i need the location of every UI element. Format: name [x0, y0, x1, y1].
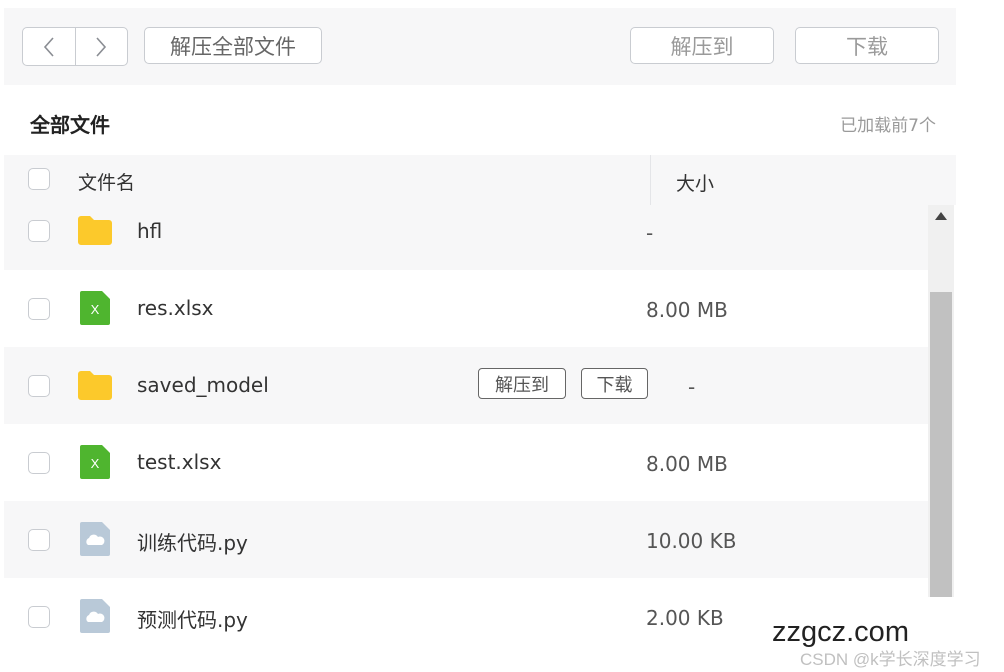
loaded-count-text: 已加载前7个: [840, 116, 936, 136]
generic-file-icon: [80, 522, 110, 556]
file-row-test-xlsx[interactable]: X test.xlsx 8.00 MB: [4, 424, 928, 501]
list-title-bar: 全部文件 已加载前7个: [4, 85, 956, 155]
column-divider[interactable]: [650, 155, 651, 205]
generic-file-icon: [80, 599, 110, 633]
file-name[interactable]: res.xlsx: [137, 296, 214, 320]
list-title: 全部文件: [30, 113, 110, 137]
file-size: 10.00 KB: [646, 529, 737, 553]
row-checkbox[interactable]: [28, 220, 50, 242]
file-size: 8.00 MB: [646, 452, 728, 476]
file-row-train-code-py[interactable]: 训练代码.py 10.00 KB: [4, 501, 928, 578]
column-header: 文件名 大小: [4, 155, 956, 205]
row-checkbox[interactable]: [28, 452, 50, 474]
file-row-saved-model[interactable]: saved_model 解压到 下载 -: [4, 347, 928, 424]
excel-file-icon: X: [80, 291, 110, 325]
column-header-name[interactable]: 文件名: [78, 168, 135, 195]
caret-up-icon: [935, 212, 947, 220]
file-size: -: [646, 221, 654, 245]
column-header-size[interactable]: 大小: [676, 169, 714, 196]
row-checkbox[interactable]: [28, 606, 50, 628]
credit-watermark: CSDN @k学长深度学习: [800, 650, 981, 669]
toolbar: 解压全部文件 解压到 下载: [4, 8, 956, 85]
row-extract-to-button[interactable]: 解压到: [478, 368, 566, 399]
folder-icon: [78, 216, 112, 245]
nav-button-group: [22, 27, 128, 66]
select-all-checkbox[interactable]: [28, 168, 50, 190]
chevron-right-icon: [96, 36, 107, 57]
download-button[interactable]: 下载: [795, 27, 939, 64]
file-name[interactable]: hfl: [137, 219, 162, 243]
svg-text:X: X: [91, 302, 100, 317]
file-list: hfl - X res.xlsx 8.00 MB saved_model 解压到…: [4, 205, 928, 672]
file-size: 8.00 MB: [646, 298, 728, 322]
folder-icon: [78, 371, 112, 400]
file-row-res-xlsx[interactable]: X res.xlsx 8.00 MB: [4, 270, 928, 347]
file-size: 2.00 KB: [646, 606, 724, 630]
row-checkbox[interactable]: [28, 375, 50, 397]
extract-to-button[interactable]: 解压到: [630, 27, 774, 64]
chevron-left-icon: [43, 36, 54, 57]
excel-file-icon: X: [80, 445, 110, 479]
file-row-hfl[interactable]: hfl -: [4, 205, 928, 270]
row-download-button[interactable]: 下载: [581, 368, 648, 399]
file-size: -: [688, 375, 696, 399]
extract-all-button[interactable]: 解压全部文件: [144, 27, 322, 64]
file-name[interactable]: 预测代码.py: [137, 604, 248, 633]
file-name[interactable]: 训练代码.py: [137, 527, 248, 556]
vertical-scrollbar[interactable]: [928, 205, 954, 597]
file-name[interactable]: saved_model: [137, 373, 269, 397]
back-button[interactable]: [23, 28, 75, 65]
row-checkbox[interactable]: [28, 298, 50, 320]
row-checkbox[interactable]: [28, 529, 50, 551]
file-name[interactable]: test.xlsx: [137, 450, 221, 474]
scroll-up-button[interactable]: [928, 205, 954, 227]
scroll-thumb[interactable]: [930, 292, 952, 597]
svg-text:X: X: [91, 456, 100, 471]
forward-button[interactable]: [74, 28, 128, 65]
